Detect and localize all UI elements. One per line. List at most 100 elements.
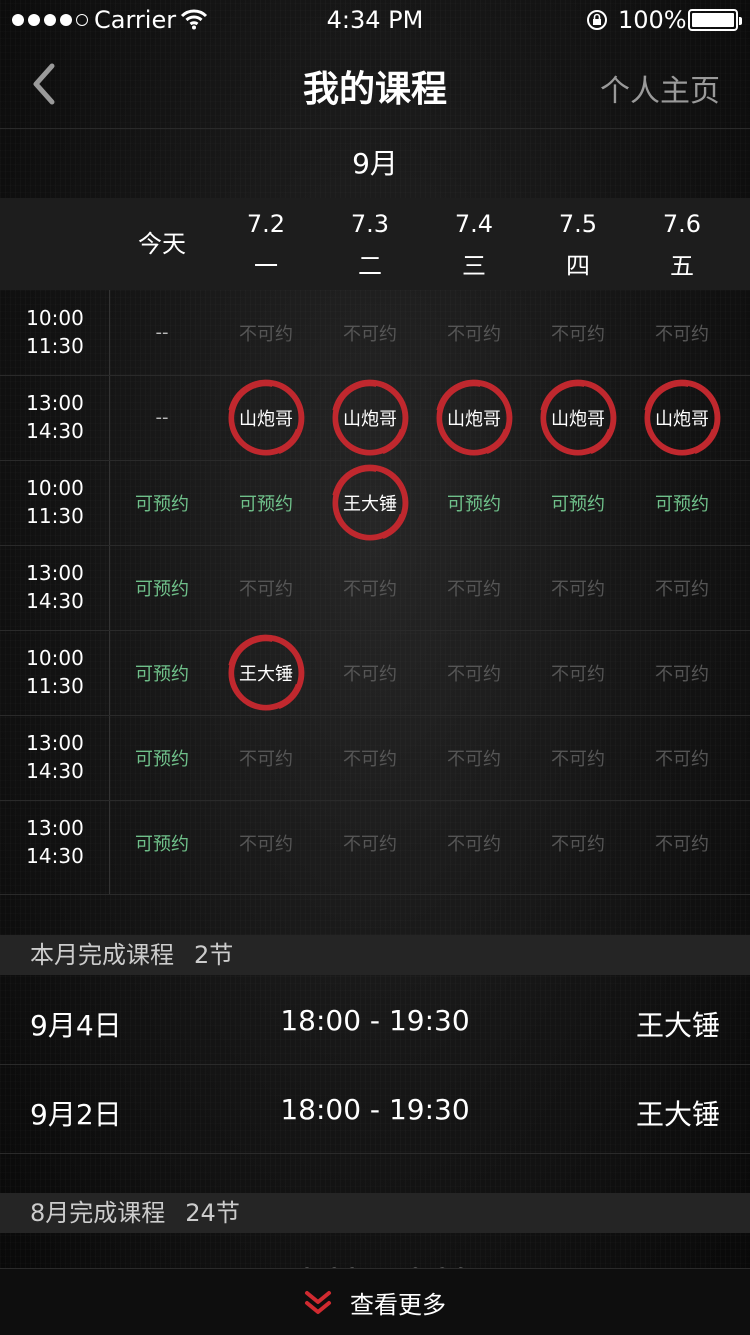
slot-label: 不可约: [447, 748, 501, 770]
slot-unavailable: 不可约: [318, 800, 422, 885]
view-more-bar[interactable]: 查看更多: [0, 1268, 750, 1335]
slot-start-time: 13:00: [26, 731, 84, 755]
slot-available[interactable]: 可预约: [110, 545, 214, 630]
slot-unavailable: 不可约: [630, 545, 734, 630]
course-coach: 王大锤: [635, 1098, 720, 1131]
slot-label: 可预约: [135, 663, 189, 685]
slot-available[interactable]: 可预约: [110, 460, 214, 545]
section-title: 本月完成课程 2节: [30, 935, 233, 975]
slot-end-time: 11:30: [26, 674, 84, 698]
slot-label: 不可约: [343, 833, 397, 855]
slot-unavailable: 不可约: [526, 545, 630, 630]
slot-unavailable: 不可约: [526, 715, 630, 800]
slot-label: 不可约: [655, 578, 709, 600]
course-list-item[interactable]: 9月4日18:00 - 19:30王大锤: [0, 976, 750, 1065]
slot-label: 可预约: [135, 833, 189, 855]
schedule-row: 10:00 11:30 可预约 可预约 王大锤 可预约 可预约 可预约: [0, 460, 750, 546]
slot-booked[interactable]: 山炮哥: [630, 375, 734, 460]
slot-label: 不可约: [447, 663, 501, 685]
slot-label: 不可约: [343, 578, 397, 600]
slot-start-time: 10:00: [26, 646, 84, 670]
slot-unavailable: 不可约: [214, 800, 318, 885]
schedule-row: 13:00 14:30 可预约 不可约 不可约 不可约 不可约 不可约: [0, 545, 750, 631]
slot-label: 不可约: [551, 663, 605, 685]
status-bar: Carrier 4:34 PM 100%: [0, 0, 750, 40]
slot-unavailable: 不可约: [630, 800, 734, 885]
slot-label: 山炮哥: [239, 408, 293, 430]
day-date: 7.4: [454, 210, 494, 238]
schedule-row: 13:00 14:30 -- 山炮哥 山炮哥 山炮哥 山炮哥 山炮哥: [0, 375, 750, 461]
slot-available[interactable]: 可预约: [110, 715, 214, 800]
slot-label: 不可约: [551, 323, 605, 345]
slot-label: 山炮哥: [551, 408, 605, 430]
slot-booked[interactable]: 山炮哥: [318, 375, 422, 460]
slot-start-time: 10:00: [26, 306, 84, 330]
slot-unavailable: 不可约: [526, 800, 630, 885]
slot-label: 不可约: [239, 748, 293, 770]
day-column-header: 7.2 一: [214, 198, 318, 290]
course-list-item[interactable]: 9月2日 18:00 - 19:30 王大锤: [0, 1065, 750, 1154]
slot-label: 可预约: [135, 578, 189, 600]
slot-label: 王大锤: [343, 493, 397, 515]
day-column-header: 7.6 五: [630, 198, 734, 290]
time-slot-label: 13:00 14:30: [0, 375, 110, 460]
slot-booked[interactable]: 山炮哥: [214, 375, 318, 460]
slot-label: 不可约: [343, 323, 397, 345]
slot-label: 不可约: [239, 833, 293, 855]
day-date: 7.3: [350, 210, 390, 238]
navigation-bar: 我的课程 个人主页: [0, 40, 750, 129]
day-weekday: 三: [462, 252, 486, 280]
slot-start-time: 13:00: [26, 391, 84, 415]
slot-unavailable: 不可约: [422, 545, 526, 630]
slot-available[interactable]: 可预约: [422, 460, 526, 545]
day-weekday: 二: [358, 252, 382, 280]
day-weekday: 五: [670, 252, 694, 280]
slot-end-time: 14:30: [26, 844, 84, 868]
section-title: 8月完成课程 24节: [30, 1193, 240, 1233]
slot-label: 不可约: [655, 663, 709, 685]
today-column-header: 今天: [138, 230, 186, 258]
slot-available[interactable]: 可预约: [630, 460, 734, 545]
slot-unavailable: 不可约: [630, 290, 734, 375]
slot-start-time: 10:00: [26, 476, 84, 500]
slot-unavailable: 不可约: [526, 290, 630, 375]
slot-label: 不可约: [551, 578, 605, 600]
slot-unavailable: 不可约: [318, 630, 422, 715]
section-title-text: 本月完成课程: [30, 941, 174, 969]
profile-link[interactable]: 个人主页: [600, 66, 720, 110]
slot-available[interactable]: 可预约: [214, 460, 318, 545]
slot-booked[interactable]: 山炮哥: [422, 375, 526, 460]
slot-label: 可预约: [239, 493, 293, 515]
slot-label: 不可约: [343, 663, 397, 685]
slot-end-time: 11:30: [26, 504, 84, 528]
schedule-row: 10:00 11:30 -- 不可约 不可约 不可约 不可约 不可约: [0, 290, 750, 376]
slot-booked[interactable]: 山炮哥: [526, 375, 630, 460]
slot-available[interactable]: 可预约: [110, 800, 214, 885]
section-header: 8月完成课程 24节: [0, 1193, 750, 1233]
section-count: 2节: [194, 941, 234, 969]
slot-available[interactable]: 可预约: [526, 460, 630, 545]
slot-unavailable: 不可约: [214, 290, 318, 375]
slot-unavailable: 不可约: [422, 800, 526, 885]
schedule-row: 13:00 14:30 可预约 不可约 不可约 不可约 不可约 不可约: [0, 715, 750, 801]
slot-label: 山炮哥: [343, 408, 397, 430]
slot-label: 不可约: [239, 323, 293, 345]
slot-booked[interactable]: 王大锤: [318, 460, 422, 545]
slot-unavailable: 不可约: [214, 715, 318, 800]
slot-unavailable: 不可约: [422, 290, 526, 375]
slot-unavailable: 不可约: [422, 630, 526, 715]
day-date: 7.2: [246, 210, 286, 238]
slot-unavailable: 不可约: [318, 290, 422, 375]
slot-booked[interactable]: 王大锤: [214, 630, 318, 715]
slot-end-time: 11:30: [26, 334, 84, 358]
slot-label: 不可约: [551, 748, 605, 770]
slot-label: 不可约: [655, 323, 709, 345]
slot-label: 不可约: [447, 578, 501, 600]
slot-available[interactable]: 可预约: [110, 630, 214, 715]
battery-fill: [692, 13, 734, 27]
battery-icon: [688, 9, 742, 31]
slot-empty: --: [110, 290, 214, 375]
slot-label: 可预约: [551, 493, 605, 515]
slot-label: 山炮哥: [655, 408, 709, 430]
slot-label: 不可约: [655, 748, 709, 770]
